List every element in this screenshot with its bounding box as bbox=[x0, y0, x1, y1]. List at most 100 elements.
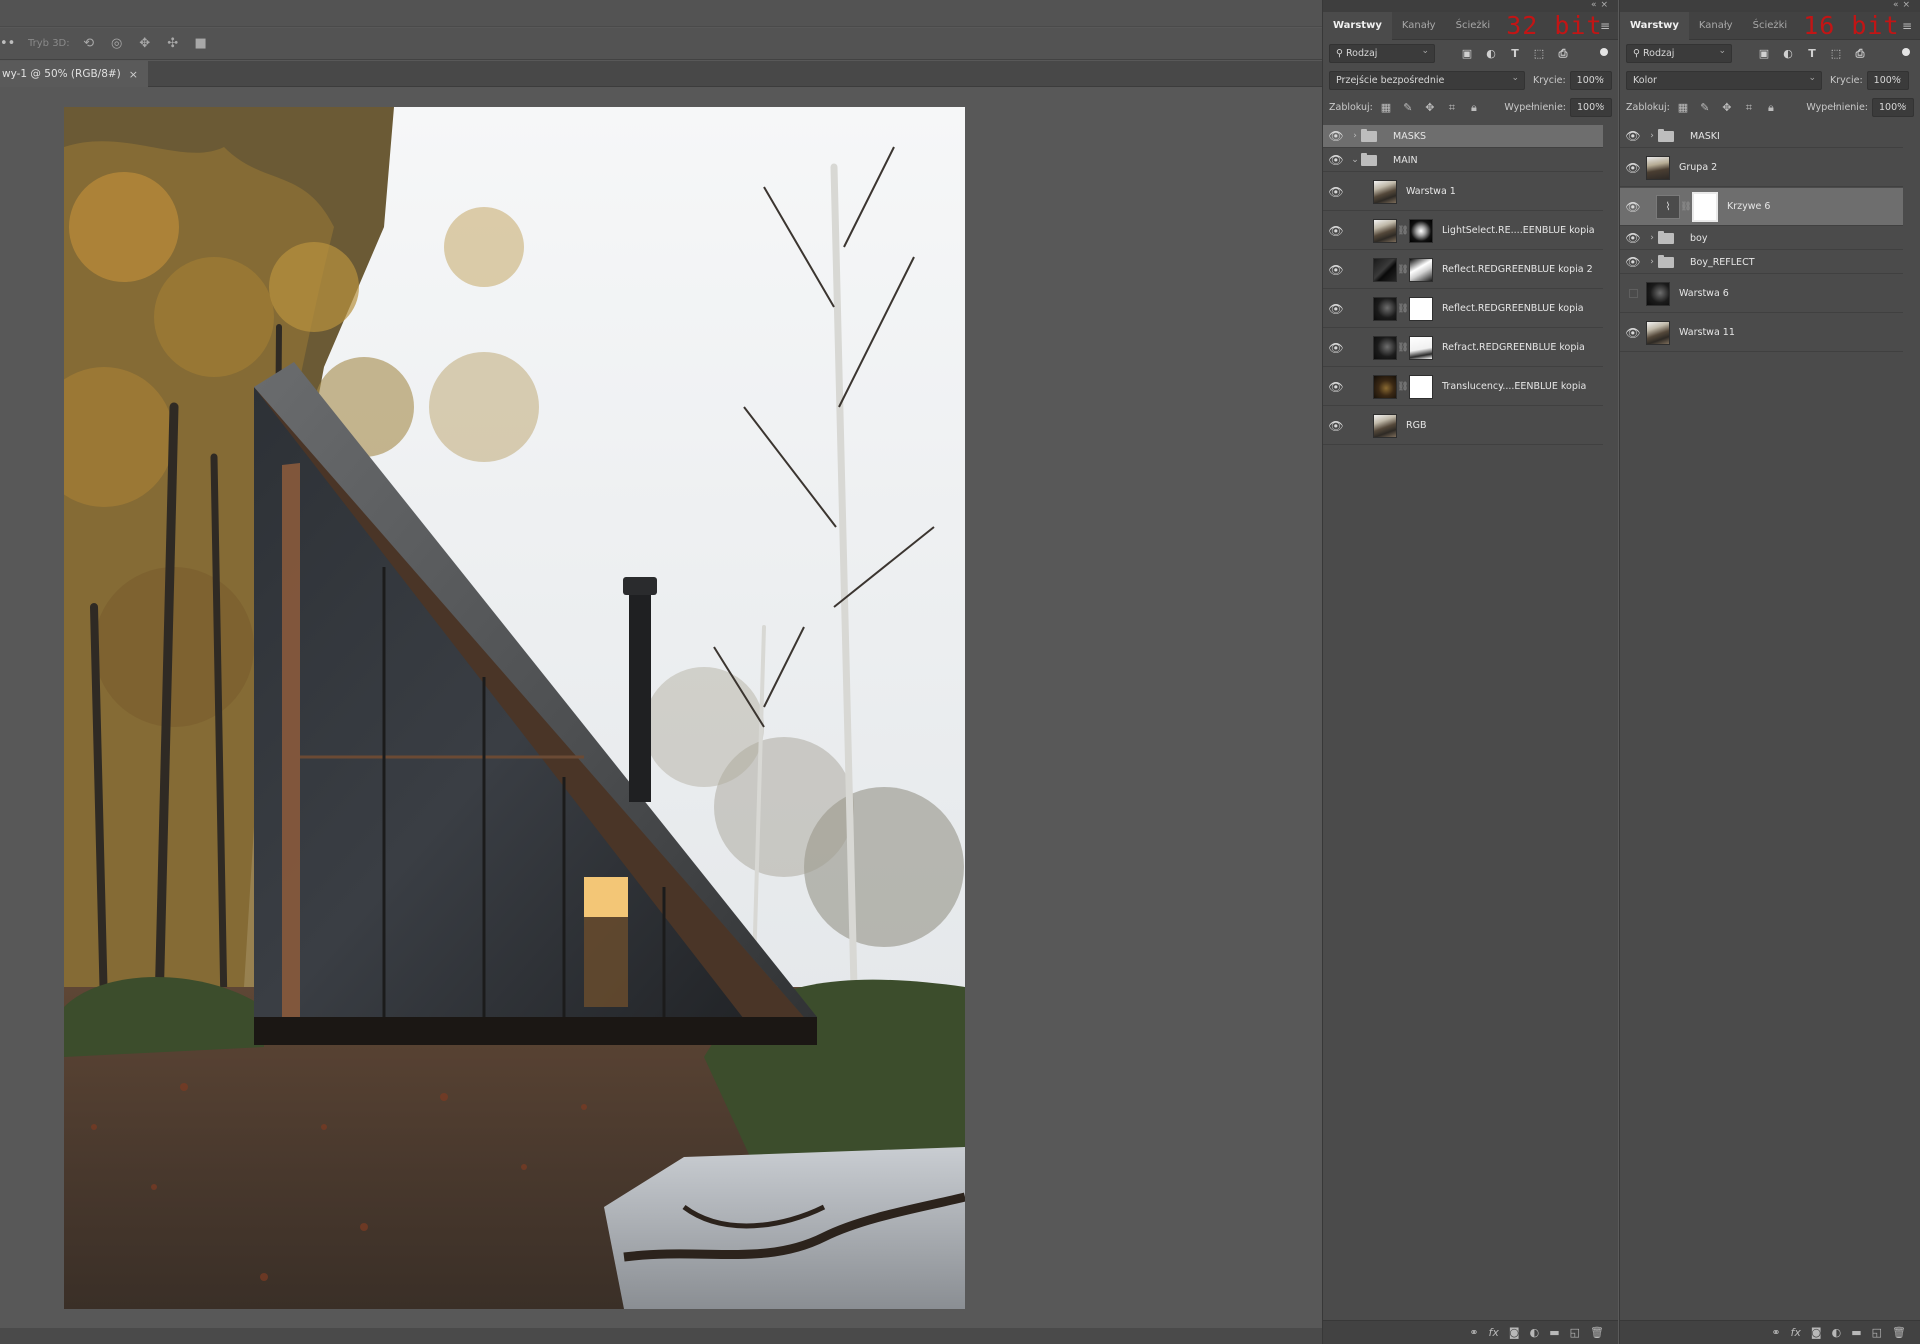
lock-pixels-icon[interactable]: ✎ bbox=[1696, 99, 1714, 117]
new-group-icon[interactable]: ▬ bbox=[1851, 1326, 1861, 1339]
add-mask-icon[interactable]: ◙ bbox=[1509, 1326, 1520, 1339]
fill-field[interactable]: 100% ⌄ bbox=[1872, 98, 1914, 117]
filter-smart-object-icon[interactable]: ⎙ bbox=[1553, 44, 1573, 64]
close-document-icon[interactable]: × bbox=[129, 68, 138, 81]
new-group-icon[interactable]: ▬ bbox=[1549, 1326, 1559, 1339]
mask-link-icon[interactable]: ⛓ bbox=[1397, 382, 1409, 392]
layer-mask-thumbnail[interactable] bbox=[1409, 374, 1433, 399]
filter-adjustment-icon[interactable]: ◐ bbox=[1481, 44, 1501, 64]
pan-3d-icon[interactable]: ✥ bbox=[136, 35, 154, 53]
layer-mask-thumbnail[interactable] bbox=[1409, 335, 1433, 360]
filter-kind-dropdown[interactable]: ⚲ Rodzaj ⌄ bbox=[1329, 44, 1435, 63]
lock-position-icon[interactable]: ✥ bbox=[1421, 99, 1439, 117]
panel-menu-icon[interactable]: ≡ bbox=[1902, 19, 1912, 33]
filter-adjustment-icon[interactable]: ◐ bbox=[1778, 44, 1798, 64]
visibility-eye-icon[interactable]: 👁︎ bbox=[1323, 380, 1349, 394]
visibility-eye-icon[interactable]: 👁︎ bbox=[1620, 129, 1646, 143]
layer-row[interactable]: 👁︎ ⌄ MAIN bbox=[1323, 149, 1603, 172]
visibility-eye-icon[interactable]: 👁︎ bbox=[1323, 263, 1349, 277]
layer-row[interactable]: 👁︎ › boy bbox=[1620, 227, 1903, 250]
layer-row[interactable]: 👁︎ Warstwa 1 bbox=[1323, 173, 1603, 211]
filter-pixel-icon[interactable]: ▣ bbox=[1457, 44, 1477, 64]
collapse-chevron-icon[interactable]: › bbox=[1646, 257, 1658, 267]
blend-mode-dropdown[interactable]: Przejście bezpośrednie ⌄ bbox=[1329, 71, 1525, 90]
layer-row[interactable]: 👁︎ ⛓ Reflect.REDGREENBLUE kopia 2 bbox=[1323, 251, 1603, 289]
layer-mask-thumbnail[interactable] bbox=[1409, 218, 1433, 243]
visibility-eye-icon[interactable]: 👁︎ bbox=[1620, 255, 1646, 269]
lock-all-icon[interactable]: 🔒︎ bbox=[1465, 99, 1483, 117]
lock-artboard-icon[interactable]: ⌗ bbox=[1443, 99, 1461, 117]
lock-transparency-icon[interactable]: ▦ bbox=[1674, 99, 1692, 117]
visibility-eye-icon[interactable]: 👁︎ bbox=[1620, 326, 1646, 340]
collapse-chevron-icon[interactable]: › bbox=[1646, 131, 1658, 141]
filter-kind-dropdown[interactable]: ⚲ Rodzaj ⌄ bbox=[1626, 44, 1732, 63]
mask-link-icon[interactable]: ⛓ bbox=[1680, 202, 1692, 212]
mask-link-icon[interactable]: ⛓ bbox=[1397, 304, 1409, 314]
filter-type-icon[interactable]: T bbox=[1802, 44, 1822, 64]
tab-channels[interactable]: Kanały bbox=[1392, 12, 1446, 40]
fx-icon[interactable]: fx bbox=[1489, 1326, 1499, 1339]
link-layers-icon[interactable]: ⚭ bbox=[1469, 1326, 1478, 1339]
mask-link-icon[interactable]: ⛓ bbox=[1397, 343, 1409, 353]
layer-row[interactable]: Warstwa 6 bbox=[1620, 275, 1903, 313]
opacity-field[interactable]: 100% ⌄ bbox=[1866, 71, 1909, 90]
document-canvas-image[interactable] bbox=[64, 107, 965, 1309]
new-layer-icon[interactable]: ◱ bbox=[1872, 1326, 1882, 1339]
fill-field[interactable]: 100% ⌄ bbox=[1570, 98, 1612, 117]
panel-collapse-close-icon[interactable]: «× bbox=[1591, 0, 1612, 10]
visibility-eye-icon[interactable]: 👁︎ bbox=[1323, 185, 1349, 199]
layer-row[interactable]: 👁︎ ⌇ ⛓ Krzywe 6 bbox=[1620, 188, 1903, 226]
filter-pixel-icon[interactable]: ▣ bbox=[1754, 44, 1774, 64]
link-layers-icon[interactable]: ⚭ bbox=[1771, 1326, 1780, 1339]
collapse-chevron-icon[interactable]: › bbox=[1646, 233, 1658, 243]
collapse-chevron-icon[interactable]: › bbox=[1349, 131, 1361, 141]
opacity-field[interactable]: 100% ⌄ bbox=[1569, 71, 1612, 90]
layer-row[interactable]: 👁︎ Grupa 2 bbox=[1620, 149, 1903, 187]
visibility-toggle-hidden[interactable] bbox=[1620, 289, 1646, 298]
camera-3d-icon[interactable]: ■ bbox=[192, 35, 210, 53]
lock-artboard-icon[interactable]: ⌗ bbox=[1740, 99, 1758, 117]
roll-3d-icon[interactable]: ◎ bbox=[108, 35, 126, 53]
visibility-eye-icon[interactable]: 👁︎ bbox=[1323, 302, 1349, 316]
panel-collapse-close-icon[interactable]: «× bbox=[1893, 0, 1914, 10]
tab-paths[interactable]: Ścieżki bbox=[1743, 12, 1798, 40]
lock-all-icon[interactable]: 🔒︎ bbox=[1762, 99, 1780, 117]
layer-row[interactable]: 👁︎ › MASKS bbox=[1323, 125, 1603, 148]
tab-layers[interactable]: Warstwy bbox=[1323, 11, 1392, 40]
layer-row[interactable]: 👁︎ ⛓ Reflect.REDGREENBLUE kopia bbox=[1323, 290, 1603, 328]
visibility-eye-icon[interactable]: 👁︎ bbox=[1323, 341, 1349, 355]
slide-3d-icon[interactable]: ✣ bbox=[164, 35, 182, 53]
visibility-eye-icon[interactable]: 👁︎ bbox=[1323, 153, 1349, 167]
add-mask-icon[interactable]: ◙ bbox=[1811, 1326, 1822, 1339]
visibility-eye-icon[interactable]: 👁︎ bbox=[1620, 231, 1646, 245]
layer-row[interactable]: 👁︎ Warstwa 11 bbox=[1620, 314, 1903, 352]
filter-type-icon[interactable]: T bbox=[1505, 44, 1525, 64]
delete-layer-icon[interactable]: 🗑︎ bbox=[1892, 1326, 1906, 1339]
tab-paths[interactable]: Ścieżki bbox=[1446, 12, 1501, 40]
delete-layer-icon[interactable]: 🗑︎ bbox=[1590, 1326, 1604, 1339]
rotate-3d-icon[interactable]: ⟲ bbox=[80, 35, 98, 53]
layer-row[interactable]: 👁︎ ⛓ LightSelect.RE....EENBLUE kopia bbox=[1323, 212, 1603, 250]
layer-row[interactable]: 👁︎ ⛓ Refract.REDGREENBLUE kopia bbox=[1323, 329, 1603, 367]
filter-shape-icon[interactable]: ⬚ bbox=[1826, 44, 1846, 64]
layer-mask-thumbnail[interactable] bbox=[1409, 296, 1433, 321]
new-layer-icon[interactable]: ◱ bbox=[1570, 1326, 1580, 1339]
expand-chevron-icon[interactable]: ⌄ bbox=[1349, 155, 1361, 165]
layer-row[interactable]: 👁︎ › MASKI bbox=[1620, 125, 1903, 148]
layer-mask-thumbnail[interactable] bbox=[1409, 257, 1433, 282]
lock-pixels-icon[interactable]: ✎ bbox=[1399, 99, 1417, 117]
mask-link-icon[interactable]: ⛓ bbox=[1397, 265, 1409, 275]
adjustment-layer-icon[interactable]: ◐ bbox=[1530, 1326, 1540, 1339]
options-bar-grip[interactable]: •• bbox=[0, 36, 15, 51]
fx-icon[interactable]: fx bbox=[1791, 1326, 1801, 1339]
tab-channels[interactable]: Kanały bbox=[1689, 12, 1743, 40]
visibility-eye-icon[interactable]: 👁︎ bbox=[1620, 161, 1646, 175]
mask-link-icon[interactable]: ⛓ bbox=[1397, 226, 1409, 236]
lock-transparency-icon[interactable]: ▦ bbox=[1377, 99, 1395, 117]
filter-toggle-icon[interactable] bbox=[1600, 48, 1608, 56]
visibility-eye-icon[interactable]: 👁︎ bbox=[1323, 419, 1349, 433]
visibility-eye-icon[interactable]: 👁︎ bbox=[1323, 224, 1349, 238]
filter-shape-icon[interactable]: ⬚ bbox=[1529, 44, 1549, 64]
visibility-eye-icon[interactable]: 👁︎ bbox=[1323, 129, 1349, 143]
panel-menu-icon[interactable]: ≡ bbox=[1600, 19, 1610, 33]
